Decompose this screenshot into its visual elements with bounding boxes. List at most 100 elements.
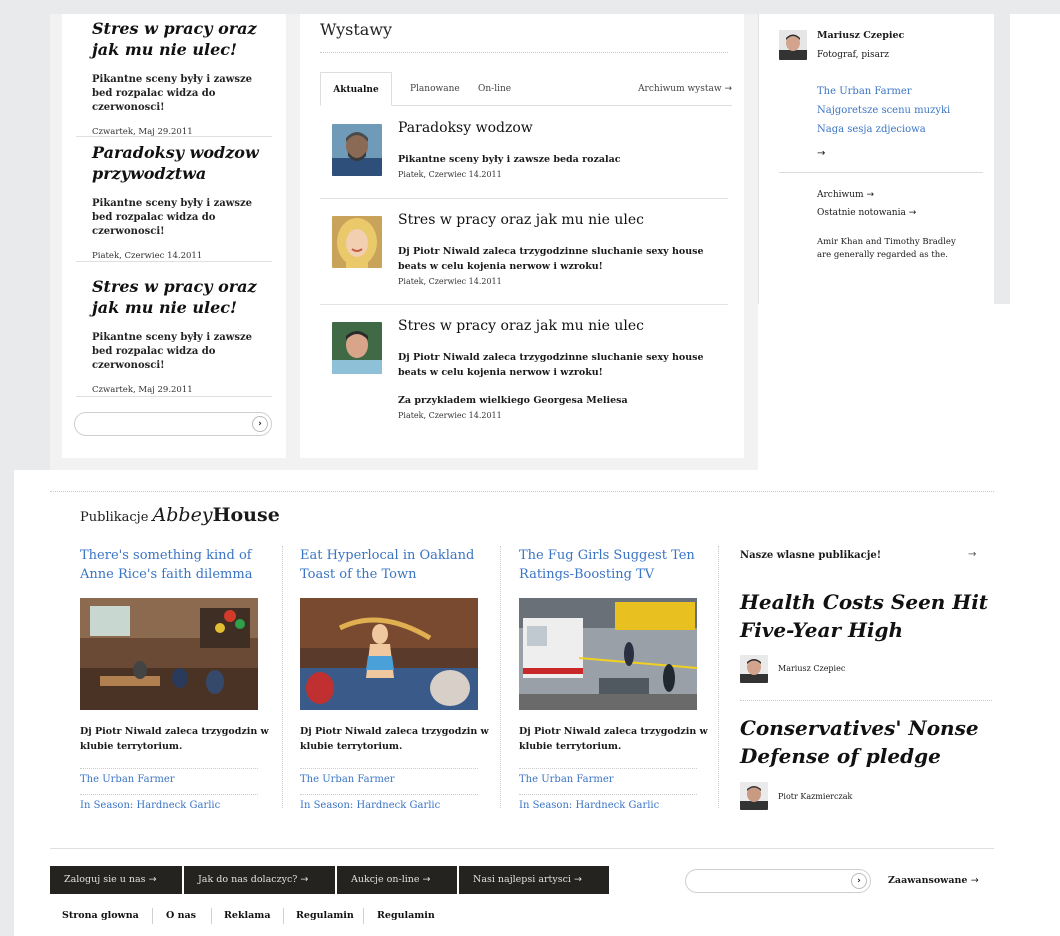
publications-label: Publikacje <box>80 510 149 525</box>
advanced-label: Zaawansowane <box>888 875 968 886</box>
publication-image[interactable] <box>519 598 698 710</box>
author-note: Amir Khan and Timothy Bradley are genera… <box>817 237 956 260</box>
left-search-input[interactable]: › <box>74 412 272 436</box>
author-link-3[interactable]: Naga sesja zdjeciowa <box>817 124 926 135</box>
archive-label: Archiwum wystaw <box>638 84 722 94</box>
publication-title[interactable]: The Fug Girls Suggest Ten Ratings-Boosti… <box>519 546 719 584</box>
artists-button[interactable]: Nasi najlepsi artysci → <box>459 866 609 894</box>
publication-text: Dj Piotr Niwald zaleca trzygodzin w klub… <box>519 726 708 752</box>
avatar <box>332 322 382 374</box>
footer-link-terms[interactable]: Regulamin <box>296 910 354 921</box>
entry-title[interactable]: Stres w pracy oraz jak mu nie ulec <box>398 212 644 228</box>
author-card: Mariusz Czepiec Fotograf, pisarz The Urb… <box>758 14 994 304</box>
avatar <box>332 216 382 268</box>
archive-label: Archiwum <box>817 190 864 200</box>
publication-title[interactable]: There's something kind of Anne Rice's fa… <box>80 546 280 584</box>
divider <box>76 136 272 137</box>
publication-text: Dj Piotr Niwald zaleca trzygodzin w klub… <box>80 726 269 752</box>
left-story-3[interactable]: Stres w pracy oraz jak mu nie ulec! Pika… <box>62 276 286 395</box>
advanced-search-link[interactable]: Zaawansowane → <box>888 875 979 886</box>
publication-link-2[interactable]: In Season: Hardneck Garlic <box>80 800 220 811</box>
own-publication-author[interactable]: Mariusz Czepiec <box>778 664 845 673</box>
button-label: Jak do nas dolaczyc? <box>198 874 298 885</box>
publication-card-3[interactable]: The Fug Girls Suggest Ten Ratings-Boosti… <box>519 546 719 811</box>
publication-link-2[interactable]: In Season: Hardneck Garlic <box>519 800 659 811</box>
publication-title[interactable]: Eat Hyperlocal in Oakland Toast of the T… <box>300 546 500 584</box>
brand-italic: Abbey <box>152 504 213 526</box>
story-excerpt: Pikantne sceny były i zawsze bed rozpala… <box>92 332 253 371</box>
footer-search-input[interactable]: › <box>685 869 871 893</box>
entry-date: Piatek, Czerwiec 14.2011 <box>398 277 502 286</box>
arrow-right-icon: → <box>148 874 157 885</box>
publication-link-1[interactable]: The Urban Farmer <box>519 774 614 785</box>
arrow-right-icon: → <box>908 208 917 218</box>
tab-aktualne[interactable]: Aktualne <box>320 72 392 106</box>
tab-planowane[interactable]: Planowane <box>410 72 460 106</box>
author-link-2[interactable]: Najgoretsze scenu muzyki <box>817 105 950 116</box>
publication-link-1[interactable]: The Urban Farmer <box>300 774 395 785</box>
go-icon[interactable]: › <box>851 873 867 889</box>
publication-link-2[interactable]: In Season: Hardneck Garlic <box>300 800 440 811</box>
latest-link[interactable]: Ostatnie notowania → <box>817 208 916 218</box>
own-publication-title[interactable]: Health Costs Seen Hit Five-Year High <box>740 588 990 644</box>
upper-section: Stres w pracy oraz jak mu nie ulec! Pika… <box>0 0 1060 470</box>
publication-image[interactable] <box>300 598 478 710</box>
archive-exhibitions-link[interactable]: Archiwum wystaw → <box>638 72 732 106</box>
go-icon[interactable]: › <box>252 416 268 432</box>
entry-text: Dj Piotr Niwald zaleca trzygodzinne sluc… <box>398 246 704 272</box>
divider <box>320 304 728 305</box>
publication-link-1[interactable]: The Urban Farmer <box>80 774 175 785</box>
footer-link-about[interactable]: O nas <box>166 910 196 921</box>
footer-separator <box>211 908 212 924</box>
exhibitions-tabs: Aktualne Planowane On-line Archiwum wyst… <box>320 72 732 106</box>
footer-link-ads[interactable]: Reklama <box>224 910 271 921</box>
footer-link-terms-2[interactable]: Regulamin <box>377 910 435 921</box>
publication-card-2[interactable]: Eat Hyperlocal in Oakland Toast of the T… <box>300 546 500 811</box>
author-link-1[interactable]: The Urban Farmer <box>817 86 912 97</box>
publication-image[interactable] <box>80 598 258 710</box>
latest-label: Ostatnie notowania <box>817 208 906 218</box>
divider <box>779 172 983 173</box>
login-button[interactable]: Zaloguj sie u nas → <box>50 866 182 894</box>
dotted-divider <box>300 794 478 795</box>
archive-link[interactable]: Archiwum → <box>817 190 874 200</box>
publication-card-1[interactable]: There's something kind of Anne Rice's fa… <box>80 546 280 811</box>
column-separator <box>718 546 719 808</box>
footer-divider <box>50 848 994 849</box>
dotted-divider <box>80 768 258 769</box>
dotted-divider <box>50 491 994 492</box>
exhibitions-title: Wystawy <box>320 20 393 39</box>
story-title[interactable]: Stres w pracy oraz jak mu nie ulec! <box>92 276 266 318</box>
entry-text: Pikantne sceny były i zawsze beda rozala… <box>398 154 621 165</box>
join-button[interactable]: Jak do nas dolaczyc? → <box>184 866 335 894</box>
arrow-right-icon: → <box>866 190 874 200</box>
arrow-right-icon: → <box>422 874 431 885</box>
entry-date: Piatek, Czerwiec 14.2011 <box>398 411 502 420</box>
tab-online[interactable]: On-line <box>478 72 511 106</box>
divider <box>320 198 728 199</box>
left-story-2[interactable]: Paradoksy wodzow przywodztwa Pikantne sc… <box>62 142 286 261</box>
entry-title[interactable]: Paradoksy wodzow <box>398 120 533 136</box>
footer-separator <box>363 908 364 924</box>
auctions-button[interactable]: Aukcje on-line → <box>337 866 457 894</box>
arrow-right-icon: → <box>573 874 582 885</box>
arrow-right-icon: → <box>724 84 732 94</box>
own-publication-title[interactable]: Conservatives' Nonse Defense of pledge <box>740 714 990 770</box>
author-avatar <box>740 655 768 683</box>
dotted-divider <box>740 700 992 701</box>
more-arrow-icon[interactable]: → <box>817 148 825 159</box>
column-separator <box>500 546 501 808</box>
footer-link-home[interactable]: Strona glowna <box>62 910 139 921</box>
story-title[interactable]: Stres w pracy oraz jak mu nie ulec! <box>92 18 266 60</box>
dotted-divider <box>519 794 697 795</box>
author-name[interactable]: Mariusz Czepiec <box>817 30 904 41</box>
entry-title[interactable]: Stres w pracy oraz jak mu nie ulec <box>398 318 644 334</box>
divider <box>76 261 272 262</box>
arrow-right-icon[interactable]: → <box>968 549 976 560</box>
story-title[interactable]: Paradoksy wodzow przywodztwa <box>92 142 266 184</box>
left-stories-column: Stres w pracy oraz jak mu nie ulec! Pika… <box>62 14 286 458</box>
left-story-1[interactable]: Stres w pracy oraz jak mu nie ulec! Pika… <box>62 18 286 137</box>
own-publication-author[interactable]: Piotr Kazmierczak <box>778 792 852 801</box>
footer-separator <box>152 908 153 924</box>
button-label: Aukcje on-line <box>351 874 420 885</box>
